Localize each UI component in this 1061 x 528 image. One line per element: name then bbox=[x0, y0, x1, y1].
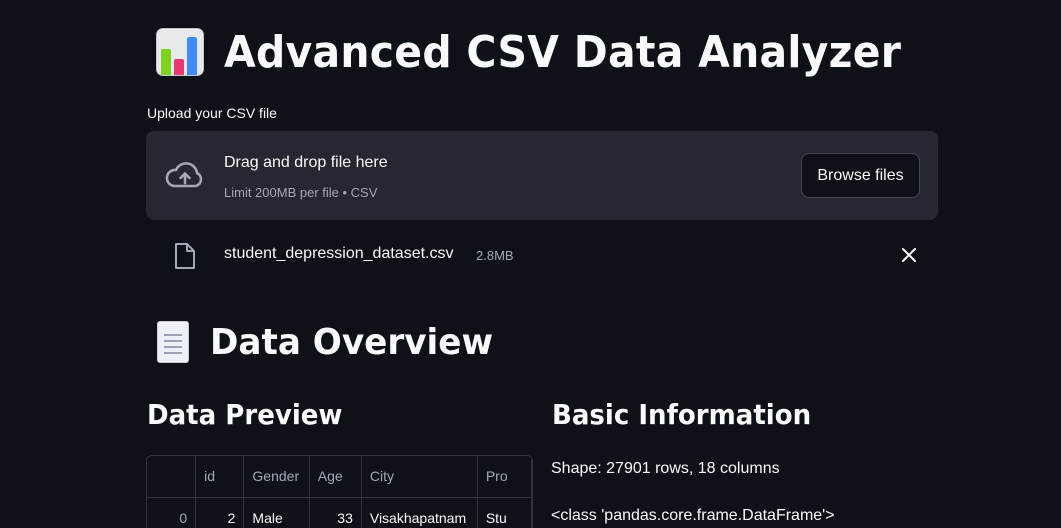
column-header-city[interactable]: City bbox=[361, 456, 478, 498]
cloud-upload-icon bbox=[165, 162, 203, 188]
table-cell-age[interactable]: 33 bbox=[309, 497, 362, 528]
table-cell-gender[interactable]: Male bbox=[243, 497, 310, 528]
app-main: Advanced CSV Data Analyzer Upload your C… bbox=[0, 0, 1061, 528]
browse-files-button[interactable]: Browse files bbox=[801, 153, 920, 198]
dropzone-instructions: Drag and drop file here bbox=[224, 154, 388, 171]
basic-info-title: Basic Information bbox=[552, 398, 812, 431]
bar-chart-icon bbox=[154, 26, 206, 78]
uploaded-file-row: student_depression_dataset.csv 2.8MB bbox=[146, 236, 938, 276]
shape-info: Shape: 27901 rows, 18 columns bbox=[551, 460, 780, 477]
overview-section-header: Data Overview bbox=[154, 320, 508, 364]
table-cell-index[interactable]: 0 bbox=[147, 497, 197, 528]
title-row: Advanced CSV Data Analyzer bbox=[154, 26, 952, 78]
close-icon[interactable] bbox=[900, 246, 918, 264]
page-title: Advanced CSV Data Analyzer bbox=[224, 26, 902, 78]
uploaded-file-size: 2.8MB bbox=[476, 248, 514, 263]
uploaded-file-name: student_depression_dataset.csv bbox=[224, 245, 454, 262]
upload-label: Upload your CSV file bbox=[147, 105, 277, 121]
page-document-icon bbox=[154, 320, 192, 364]
column-header-id[interactable]: id bbox=[195, 456, 245, 498]
table-cell-id[interactable]: 2 bbox=[195, 497, 245, 528]
dataframe-class-info: <class 'pandas.core.frame.DataFrame'> bbox=[551, 507, 835, 524]
overview-title: Data Overview bbox=[210, 321, 494, 363]
file-dropzone[interactable]: Drag and drop file here Limit 200MB per … bbox=[146, 131, 938, 220]
dropzone-limit: Limit 200MB per file • CSV bbox=[224, 185, 378, 200]
column-header-gender[interactable]: Gender bbox=[243, 456, 310, 498]
column-header-age[interactable]: Age bbox=[309, 456, 362, 498]
table-row: 0 2 Male 33 Visakhapatnam Stu bbox=[147, 497, 532, 528]
column-header-profession[interactable]: Pro bbox=[477, 456, 532, 498]
column-header-index[interactable] bbox=[147, 456, 197, 498]
table-cell-profession[interactable]: Stu bbox=[477, 497, 532, 528]
data-preview-title: Data Preview bbox=[147, 398, 343, 431]
table-cell-city[interactable]: Visakhapatnam bbox=[361, 497, 478, 528]
file-icon bbox=[175, 243, 195, 269]
table-header-row: id Gender Age City Pro bbox=[147, 456, 532, 498]
data-preview-table[interactable]: id Gender Age City Pro 0 2 Male 33 Visak… bbox=[146, 455, 533, 528]
